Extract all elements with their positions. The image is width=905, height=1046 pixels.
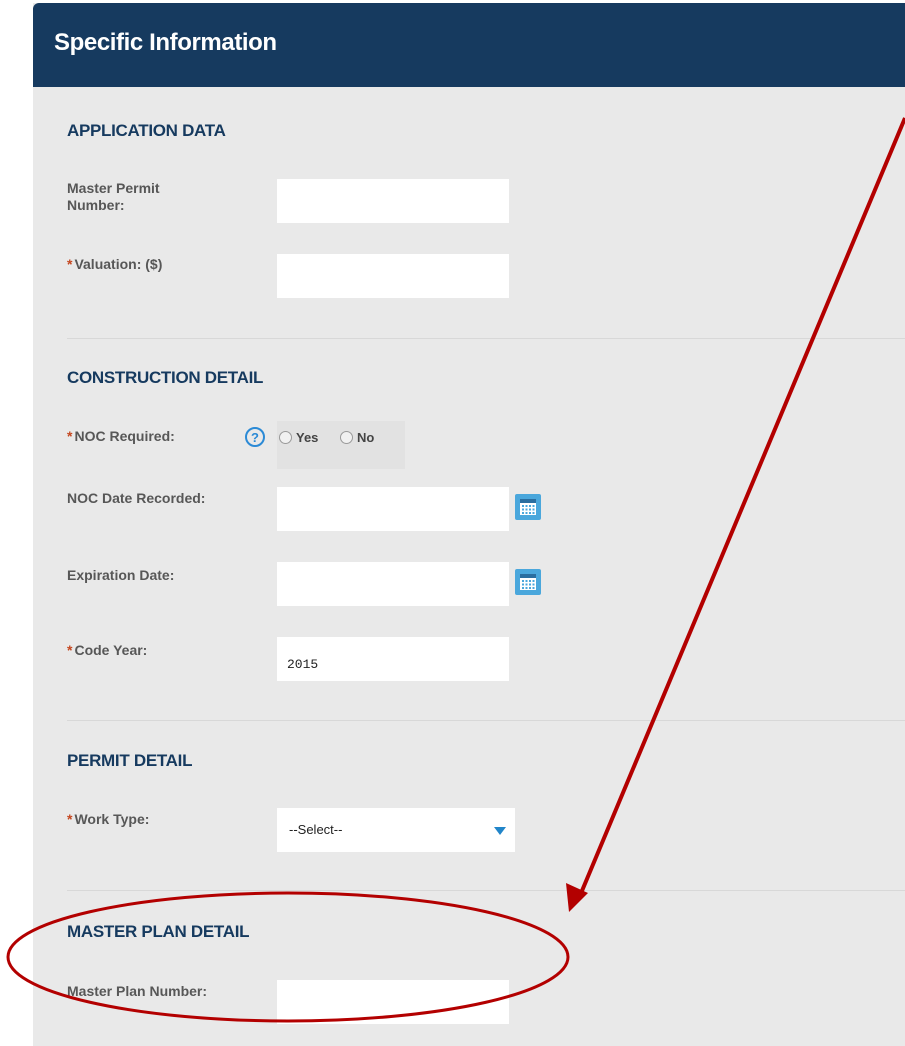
valuation-label: * Valuation: ($) [67, 256, 162, 273]
required-marker: * [67, 428, 73, 444]
work-type-selected-value: --Select-- [289, 822, 343, 837]
code-year-label: * Code Year: [67, 642, 147, 659]
work-type-label: * Work Type: [67, 811, 149, 828]
noc-required-label-text: NOC Required: [74, 428, 175, 444]
code-year-label-text: Code Year: [74, 642, 148, 658]
noc-radio-group [277, 421, 405, 469]
section-title-master-plan-detail: MASTER PLAN DETAIL [67, 922, 250, 941]
master-plan-number-label: Master Plan Number: [67, 983, 208, 999]
code-year-input[interactable] [277, 637, 509, 681]
section-title-construction-detail: CONSTRUCTION DETAIL [67, 368, 264, 387]
calendar-icon[interactable] [515, 494, 541, 520]
section-title-permit-detail: PERMIT DETAIL [67, 751, 193, 770]
noc-no-label: No [357, 430, 375, 445]
noc-date-recorded-input[interactable] [277, 487, 509, 531]
master-permit-number-label: Master Permit Number: [67, 180, 160, 213]
required-marker: * [67, 256, 73, 272]
expiration-date-label: Expiration Date: [67, 567, 175, 583]
valuation-input[interactable] [277, 254, 509, 298]
noc-no-radio[interactable] [340, 431, 353, 444]
noc-yes-label: Yes [296, 430, 319, 445]
question-circle-icon[interactable]: ? [245, 427, 265, 447]
panel-title: Specific Information [54, 29, 277, 56]
required-marker: * [67, 811, 73, 827]
section-divider [67, 338, 905, 339]
noc-date-recorded-label: NOC Date Recorded: [67, 490, 206, 506]
expiration-date-input[interactable] [277, 562, 509, 606]
calendar-icon[interactable] [515, 569, 541, 595]
work-type-select[interactable]: --Select-- [277, 808, 515, 852]
section-divider [67, 720, 905, 721]
master-permit-number-input[interactable] [277, 179, 509, 223]
section-title-application-data: APPLICATION DATA [67, 121, 226, 140]
section-divider [67, 890, 905, 891]
caret-down-icon [494, 827, 506, 835]
work-type-label-text: Work Type: [74, 811, 150, 827]
noc-yes-radio[interactable] [279, 431, 292, 444]
noc-required-label: * NOC Required: [67, 428, 175, 445]
required-marker: * [67, 642, 73, 658]
master-plan-number-input[interactable] [277, 980, 509, 1024]
valuation-label-text: Valuation: ($) [74, 256, 163, 272]
